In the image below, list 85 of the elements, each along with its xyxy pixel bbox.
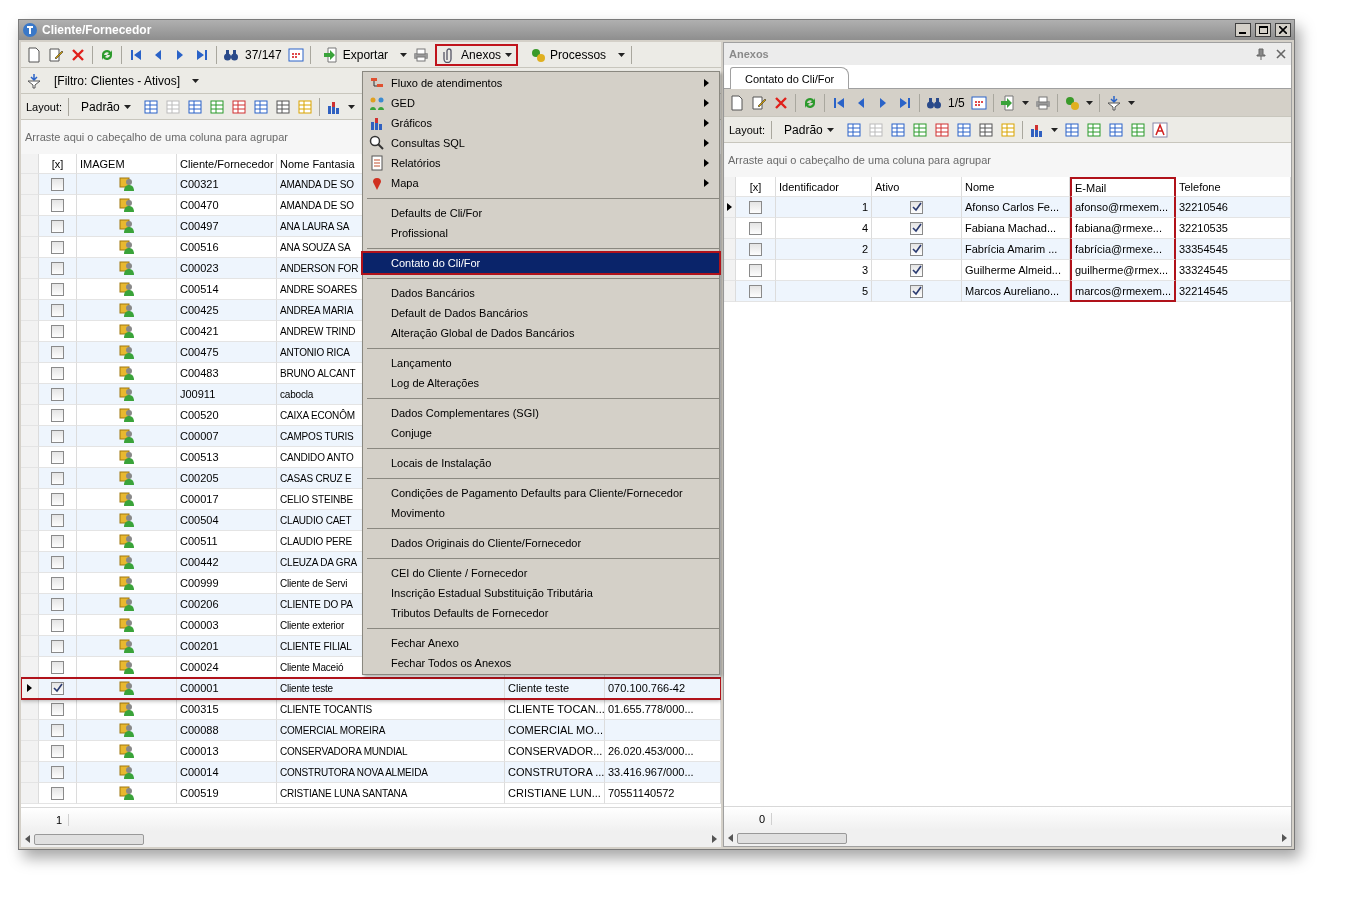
- table-cell: CONSTRUTORA ...: [508, 766, 605, 778]
- table-cell: CONSTRUTORA NOVA ALMEIDA: [280, 766, 428, 778]
- table-cell: CLIENTE FILIAL: [280, 640, 352, 652]
- table-cell: ANDRE SOARES: [280, 283, 358, 295]
- table-cell: C00442: [180, 556, 219, 568]
- layout-label: Layout:: [729, 123, 766, 136]
- table-cell: CLIENTE TOCANTIS: [280, 703, 372, 715]
- table-cell: C00483: [180, 367, 219, 379]
- table-cell: Cliente de Servi: [280, 577, 348, 589]
- record-counter: 37/147: [245, 47, 282, 62]
- row-count: 0: [724, 812, 772, 825]
- table-cell: C00014: [180, 766, 219, 778]
- table-cell: CASAS CRUZ E: [280, 472, 352, 484]
- table-cell: C00425: [180, 304, 219, 316]
- table-cell: ANTONIO RICA: [280, 346, 350, 358]
- table-cell: CAMPOS TURIS: [280, 430, 354, 442]
- table-cell: C00421: [180, 325, 219, 337]
- table-cell: Cliente Maceió: [280, 661, 344, 673]
- table-cell: CANDIDO ANTO: [280, 451, 354, 463]
- record-counter: 1/5: [948, 95, 965, 110]
- table-cell: CLAUDIO CAET: [280, 514, 352, 526]
- table-cell: C00475: [180, 346, 219, 358]
- table-cell: ANA LAURA SA: [280, 220, 350, 232]
- table-cell: COMERCIAL MOREIRA: [280, 724, 386, 736]
- table-cell: Cliente exterior: [280, 619, 345, 631]
- table-cell: CLAUDIO PERE: [280, 535, 353, 547]
- table-cell: 01.655.778/000...: [608, 703, 694, 715]
- table-cell: C00007: [180, 430, 219, 442]
- table-cell: 70551140572: [608, 787, 675, 799]
- table-cell: C00315: [180, 703, 219, 715]
- layout-label: Layout:: [26, 100, 63, 113]
- table-cell: CONSERVADORA MUNDIAL: [280, 745, 408, 757]
- table-cell: CAIXA ECONÔM: [280, 409, 355, 421]
- table-cell: CRISTIANE LUN...: [508, 787, 601, 799]
- table-cell: C00497: [180, 220, 219, 232]
- table-cell: C00511: [180, 535, 218, 547]
- table-cell: J00911: [180, 388, 216, 400]
- table-cell: Marcos Aureliano...: [962, 281, 1070, 302]
- table-cell: C00023: [180, 262, 219, 274]
- table-cell: C00520: [180, 409, 219, 421]
- table-cell: C00206: [180, 598, 219, 610]
- table-cell: ANDERSON FOR: [280, 262, 359, 274]
- group-by-hint: Arraste aqui o cabeçalho de uma coluna para agrupar: [728, 154, 991, 166]
- table-cell: C00504: [180, 514, 219, 526]
- table-cell: AMANDA DE SO: [280, 199, 354, 211]
- table-cell: CLIENTE TOCAN...: [508, 703, 605, 715]
- table-cell: CELIO STEINBE: [280, 493, 353, 505]
- table-cell: C00519: [180, 787, 219, 799]
- table-cell: C00470: [180, 199, 219, 211]
- table-cell: AMANDA DE SO: [280, 178, 354, 190]
- table-cell: CONSERVADOR...: [508, 745, 603, 757]
- table-cell: C00201: [180, 640, 219, 652]
- table-cell: COMERCIAL MO...: [508, 724, 603, 736]
- table-cell: C00516: [180, 241, 219, 253]
- group-by-hint: Arraste aqui o cabeçalho de uma coluna para agrupar: [25, 131, 288, 143]
- table-cell: CLIENTE DO PA: [280, 598, 353, 610]
- table-cell: cabocla: [280, 388, 314, 400]
- table-cell: C00999: [180, 577, 219, 589]
- table-cell: Cliente teste: [508, 682, 570, 694]
- table-cell: C00024: [180, 661, 219, 673]
- table-cell: 32214545: [1176, 281, 1291, 302]
- table-cell: marcos@rmexem...: [1070, 281, 1176, 302]
- table-cell: C00017: [180, 493, 219, 505]
- table-cell: 33.416.967/000...: [608, 766, 694, 778]
- table-cell: 5: [776, 281, 872, 302]
- table-cell: C00013: [180, 745, 219, 757]
- table-cell: Cliente teste: [280, 682, 333, 694]
- table-cell: C00513: [180, 451, 219, 463]
- table-cell: C00205: [180, 472, 219, 484]
- table-cell: C00003: [180, 619, 219, 631]
- table-cell: C00088: [180, 724, 219, 736]
- table-cell: ANDREW TRIND: [280, 325, 356, 337]
- row-count: 1: [21, 813, 69, 826]
- panel-title: Anexos: [729, 48, 770, 60]
- table-cell: CRISTIANE LUNA SANTANA: [280, 787, 408, 799]
- table-cell: C00001: [180, 682, 219, 694]
- table-cell: 070.100.766-42: [608, 682, 686, 694]
- window-title: Cliente/Fornecedor: [42, 23, 153, 37]
- table-cell: C00514: [180, 283, 219, 295]
- table-cell: CLEUZA DA GRA: [280, 556, 357, 568]
- table-cell: 26.020.453/000...: [608, 745, 694, 757]
- table-cell: C00321: [180, 178, 219, 190]
- table-cell: BRUNO ALCANT: [280, 367, 356, 379]
- table-cell: ANA SOUZA SA: [280, 241, 351, 253]
- table-cell: ANDREA MARIA: [280, 304, 354, 316]
